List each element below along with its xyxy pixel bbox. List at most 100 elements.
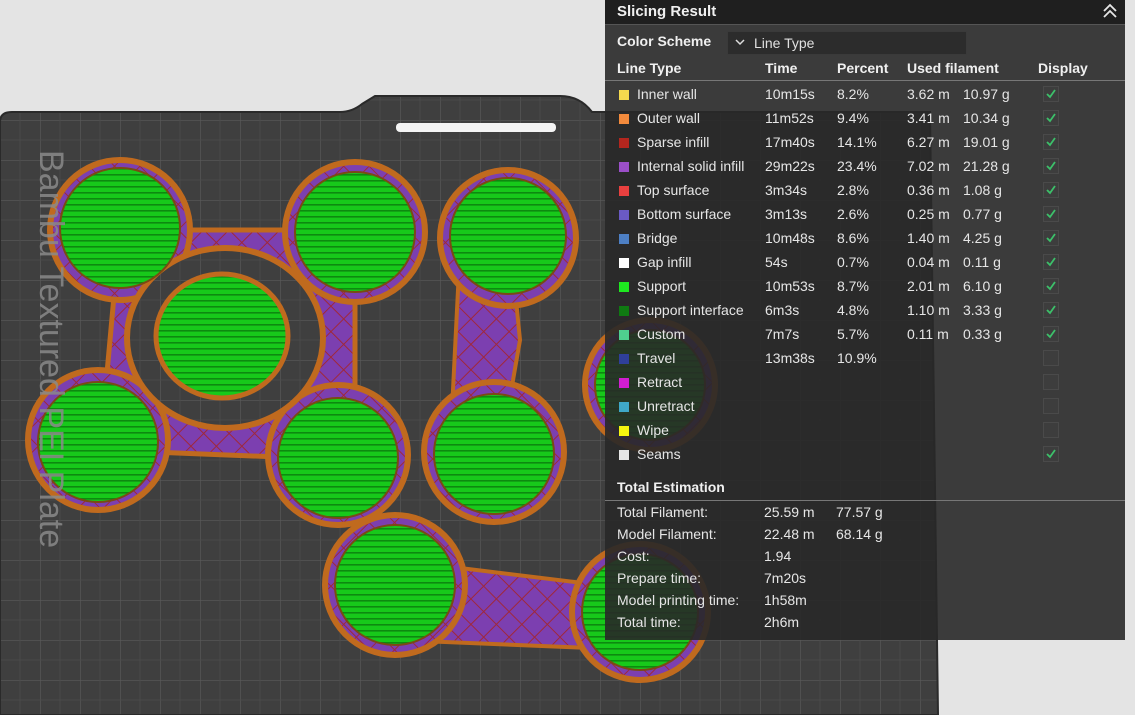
row-weight: 21.28 g (963, 158, 1010, 174)
check-icon (1046, 233, 1056, 243)
row-percent: 8.2% (837, 86, 869, 102)
total-label: Total Filament: (617, 504, 709, 520)
header-divider (605, 80, 1125, 81)
row-label: Support interface (637, 302, 744, 318)
column-header-time: Time (765, 60, 798, 76)
display-checkbox[interactable] (1043, 350, 1059, 366)
row-length: 2.01 m (907, 278, 950, 294)
row-label: Unretract (637, 398, 695, 414)
row-percent: 2.6% (837, 206, 869, 222)
row-length: 0.04 m (907, 254, 950, 270)
check-icon (1046, 161, 1056, 171)
total-value: 22.48 m (764, 526, 815, 542)
row-time: 6m3s (765, 302, 800, 318)
display-checkbox[interactable] (1043, 326, 1059, 342)
line-type-row: Travel 13m38s 10.9% (605, 348, 1125, 372)
row-time: 17m40s (765, 134, 815, 150)
total-estimation-row: Model Filament: 22.48 m 68.14 g (605, 525, 1125, 547)
check-icon (1046, 305, 1056, 315)
row-percent: 2.8% (837, 182, 869, 198)
total-value: 7m20s (764, 570, 807, 586)
display-checkbox[interactable] (1043, 446, 1059, 462)
row-weight: 1.08 g (963, 182, 1002, 198)
line-type-row: Bridge 10m48s 8.6% 1.40 m 4.25 g (605, 228, 1125, 252)
check-icon (1046, 113, 1056, 123)
color-scheme-label: Color Scheme (617, 33, 712, 49)
line-type-row: Support 10m53s 8.7% 2.01 m 6.10 g (605, 276, 1125, 300)
display-checkbox[interactable] (1043, 278, 1059, 294)
row-label: Bottom surface (637, 206, 732, 222)
total-value: 2h6m (764, 614, 800, 630)
display-checkbox[interactable] (1043, 158, 1059, 174)
check-icon (1046, 137, 1056, 147)
row-percent: 8.7% (837, 278, 869, 294)
row-time: 3m34s (765, 182, 808, 198)
row-weight: 3.33 g (963, 302, 1002, 318)
line-type-row: Support interface 6m3s 4.8% 1.10 m 3.33 g (605, 300, 1125, 324)
display-checkbox[interactable] (1043, 134, 1059, 150)
column-header-used-filament: Used filament (907, 60, 999, 76)
total-divider (605, 500, 1125, 501)
row-time: 3m13s (765, 206, 808, 222)
total-value: 1h58m (764, 592, 807, 608)
check-icon (1046, 449, 1056, 459)
row-time: 54s (765, 254, 788, 270)
row-label: Inner wall (637, 86, 697, 102)
chevron-double-up-icon[interactable] (1101, 2, 1119, 20)
row-length: 3.62 m (907, 86, 950, 102)
display-checkbox[interactable] (1043, 206, 1059, 222)
row-label: Wipe (637, 422, 669, 438)
color-swatch (619, 378, 629, 388)
line-type-row: Custom 7m7s 5.7% 0.11 m 0.33 g (605, 324, 1125, 348)
row-time: 11m52s (765, 110, 814, 126)
display-checkbox[interactable] (1043, 374, 1059, 390)
panel-title: Slicing Result (617, 3, 717, 20)
display-checkbox[interactable] (1043, 302, 1059, 318)
color-scheme-value: Line Type (754, 35, 815, 51)
total-label: Total time: (617, 614, 681, 630)
row-label: Top surface (637, 182, 710, 198)
display-checkbox[interactable] (1043, 110, 1059, 126)
row-weight: 19.01 g (963, 134, 1010, 150)
total-estimation-title: Total Estimation (617, 479, 725, 495)
total-estimation-row: Model printing time: 1h58m (605, 591, 1125, 613)
row-time: 7m7s (765, 326, 800, 342)
color-swatch (619, 234, 629, 244)
line-type-row: Unretract (605, 396, 1125, 420)
plate-handle-slot (396, 123, 556, 132)
row-length: 0.11 m (907, 326, 949, 342)
total-extra: 77.57 g (836, 504, 883, 520)
row-percent: 14.1% (837, 134, 877, 150)
row-label: Bridge (637, 230, 678, 246)
line-type-row: Outer wall 11m52s 9.4% 3.41 m 10.34 g (605, 108, 1125, 132)
total-extra: 68.14 g (836, 526, 883, 542)
column-header-line-type: Line Type (617, 60, 682, 76)
row-length: 1.40 m (907, 230, 950, 246)
row-weight: 6.10 g (963, 278, 1002, 294)
color-swatch (619, 138, 629, 148)
color-scheme-select[interactable]: Line Type (727, 31, 967, 55)
display-checkbox[interactable] (1043, 254, 1059, 270)
row-weight: 0.11 g (963, 254, 1001, 270)
line-type-row: Gap infill 54s 0.7% 0.04 m 0.11 g (605, 252, 1125, 276)
display-checkbox[interactable] (1043, 182, 1059, 198)
check-icon (1046, 281, 1056, 291)
row-percent: 9.4% (837, 110, 869, 126)
color-swatch (619, 282, 629, 292)
display-checkbox[interactable] (1043, 86, 1059, 102)
display-checkbox[interactable] (1043, 422, 1059, 438)
total-estimation-row: Cost: 1.94 (605, 547, 1125, 569)
row-label: Gap infill (637, 254, 692, 270)
color-swatch (619, 354, 629, 364)
color-swatch (619, 162, 629, 172)
column-header-percent: Percent (837, 60, 889, 76)
display-checkbox[interactable] (1043, 398, 1059, 414)
row-time: 13m38s (765, 350, 815, 366)
chevron-down-icon (735, 39, 745, 46)
color-swatch (619, 114, 629, 124)
row-length: 3.41 m (907, 110, 950, 126)
total-value: 1.94 (764, 548, 792, 564)
display-checkbox[interactable] (1043, 230, 1059, 246)
row-length: 0.25 m (907, 206, 950, 222)
line-type-row: Wipe (605, 420, 1125, 444)
